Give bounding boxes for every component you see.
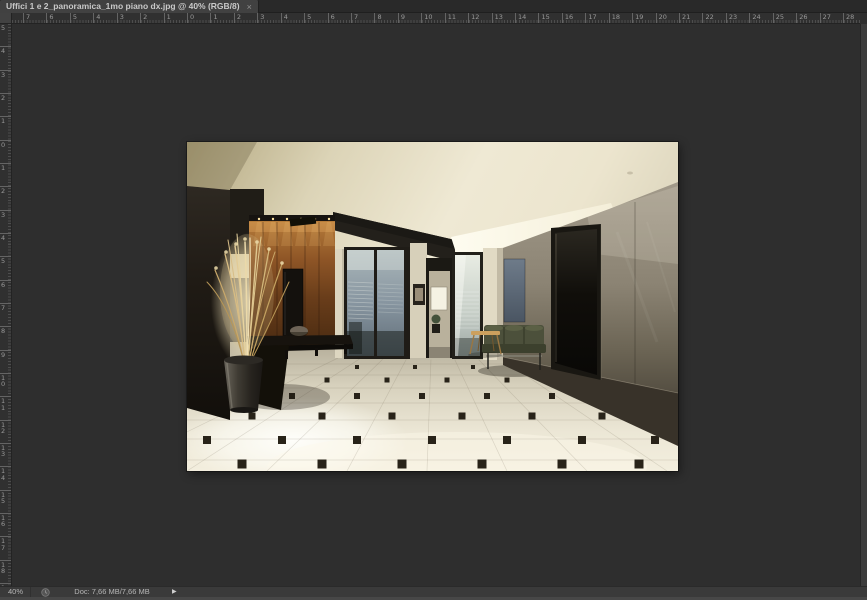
back-window (431, 287, 447, 310)
ruler-horizontal[interactable]: 7654321012345678910111213141516171819202… (12, 13, 860, 24)
doc-info-group: Doc: 7,66 MB/7,66 MB ▶ (64, 587, 177, 597)
status-bar: 40% Doc: 7,66 MB/7,66 MB ▶ (0, 586, 867, 597)
blue-wall-panel (504, 259, 525, 322)
photo-office-lobby (187, 142, 678, 471)
zoom-level-field[interactable]: 40% (0, 587, 31, 597)
ruler-vertical[interactable]: 54321012345678910111213141516171819 (0, 24, 12, 586)
status-icon[interactable] (41, 588, 50, 597)
canvas-pasteboard (12, 24, 860, 586)
document-tab[interactable]: Uffici 1 e 2_panoramica_1mo piano dx.jpg… (0, 0, 259, 13)
ruler-origin-corner[interactable] (0, 13, 12, 24)
close-icon[interactable]: × (247, 2, 252, 12)
photoshop-window: Uffici 1 e 2_panoramica_1mo piano dx.jpg… (0, 0, 867, 600)
status-menu-arrow-icon[interactable]: ▶ (172, 587, 177, 597)
photo-dark-door (551, 224, 601, 380)
right-panel-edge (860, 24, 867, 586)
doc-size-info[interactable]: Doc: 7,66 MB/7,66 MB (64, 587, 160, 597)
document-canvas-photo[interactable] (187, 142, 678, 471)
back-plant (432, 315, 441, 324)
document-tab-title: Uffici 1 e 2_panoramica_1mo piano dx.jpg… (6, 0, 240, 13)
document-tab-bar: Uffici 1 e 2_panoramica_1mo piano dx.jpg… (0, 0, 867, 13)
